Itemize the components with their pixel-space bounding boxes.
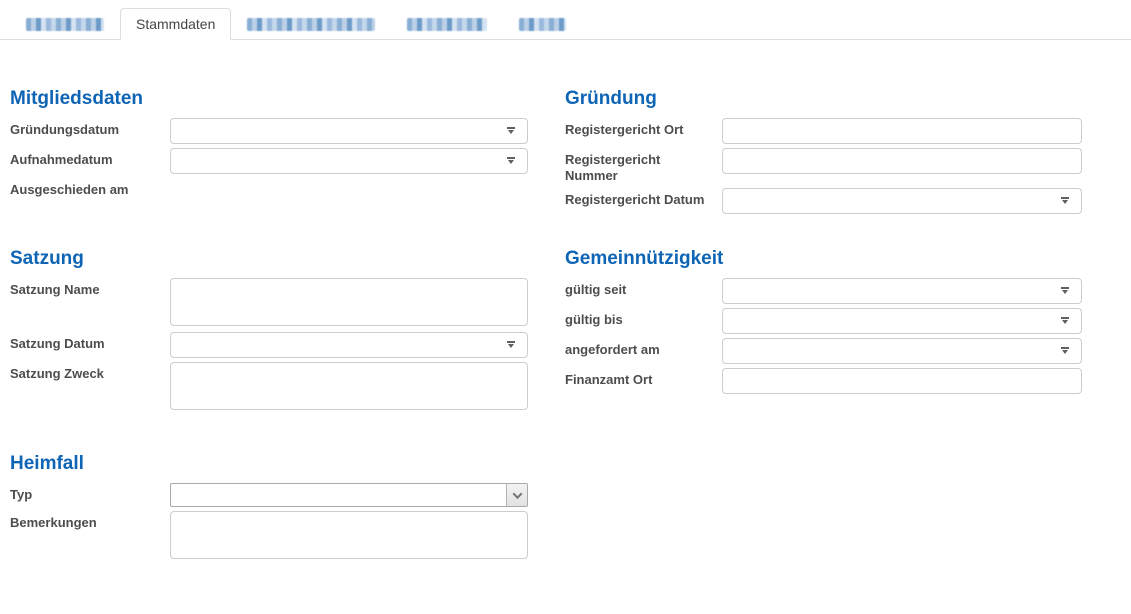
registergericht-datum-label: Registergericht Datum [565,188,722,214]
bemerkungen-label: Bemerkungen [10,511,170,559]
tab-redacted-4[interactable] [503,8,582,40]
redacted-text-block [519,18,566,31]
section-title: Gründung [565,88,1082,110]
registergericht-nummer-label: Registergericht Nummer [565,148,722,184]
redacted-text-block [26,18,104,31]
form-row: Satzung Name [10,278,528,326]
aufnahmedatum-label: Aufnahmedatum [10,148,170,174]
tab-redacted-1[interactable] [10,8,120,40]
dropdown-arrow-icon[interactable] [1061,287,1069,295]
form-row: Satzung Datum [10,332,528,358]
gueltig-bis-label: gültig bis [565,308,722,334]
gueltig-seit-input[interactable] [722,278,1082,304]
gruendungsdatum-label: Gründungsdatum [10,118,170,144]
redacted-text-block [407,18,487,31]
tab-stammdaten[interactable]: Stammdaten [120,8,231,40]
dropdown-arrow-icon[interactable] [1061,197,1069,205]
form-row: gültig seit [565,278,1082,304]
form-row: Registergericht Datum [565,188,1082,214]
dropdown-arrow-icon[interactable] [507,157,515,165]
satzung-datum-label: Satzung Datum [10,332,170,358]
form-content: Mitgliedsdaten Gründungsdatum Aufnahmeda… [0,40,1131,565]
tab-label: Stammdaten [136,16,215,32]
form-row: Registergericht Nummer [565,148,1082,184]
section-title: Mitgliedsdaten [10,88,528,110]
form-row: Satzung Zweck [10,362,528,410]
form-row: Ausgeschieden am [10,178,528,198]
registergericht-ort-label: Registergericht Ort [565,118,722,144]
satzung-zweck-textarea[interactable] [170,362,528,410]
angefordert-am-input[interactable] [722,338,1082,364]
typ-select[interactable] [170,483,528,507]
dropdown-arrow-icon[interactable] [1061,347,1069,355]
angefordert-am-label: angefordert am [565,338,722,364]
aufnahmedatum-input[interactable] [170,148,528,174]
form-row: gültig bis [565,308,1082,334]
form-row: Finanzamt Ort [565,368,1082,394]
section-title: Gemeinnützigkeit [565,248,1082,270]
registergericht-nummer-input[interactable] [722,148,1082,174]
dropdown-arrow-icon[interactable] [507,341,515,349]
registergericht-datum-input[interactable] [722,188,1082,214]
section-title: Heimfall [10,453,528,475]
tab-bar: Stammdaten [0,0,1131,40]
bemerkungen-textarea[interactable] [170,511,528,559]
satzung-name-textarea[interactable] [170,278,528,326]
satzung-datum-input[interactable] [170,332,528,358]
section-gruendung: Gründung Registergericht Ort Registerger… [565,88,1082,214]
finanzamt-ort-label: Finanzamt Ort [565,368,722,394]
section-heimfall: Heimfall Typ Bemerkungen [10,453,528,559]
section-gemeinnuetzigkeit: Gemeinnützigkeit gültig seit gültig bis … [565,248,1082,394]
redacted-text-block [247,18,375,31]
finanzamt-ort-input[interactable] [722,368,1082,394]
section-title: Satzung [10,248,528,270]
registergericht-ort-input[interactable] [722,118,1082,144]
typ-label: Typ [10,483,170,507]
section-mitgliedsdaten: Mitgliedsdaten Gründungsdatum Aufnahmeda… [10,88,528,198]
gueltig-seit-label: gültig seit [565,278,722,304]
form-row: angefordert am [565,338,1082,364]
dropdown-arrow-icon[interactable] [507,127,515,135]
tab-redacted-3[interactable] [391,8,503,40]
form-row: Aufnahmedatum [10,148,528,174]
gueltig-bis-input[interactable] [722,308,1082,334]
gruendungsdatum-input[interactable] [170,118,528,144]
satzung-zweck-label: Satzung Zweck [10,362,170,410]
dropdown-arrow-icon[interactable] [1061,317,1069,325]
tab-redacted-2[interactable] [231,8,391,40]
ausgeschieden-am-label: Ausgeschieden am [10,178,170,198]
form-row: Gründungsdatum [10,118,528,144]
section-satzung: Satzung Satzung Name Satzung Datum Satzu… [10,248,528,410]
form-row: Registergericht Ort [565,118,1082,144]
form-row: Typ [10,483,528,507]
satzung-name-label: Satzung Name [10,278,170,326]
form-row: Bemerkungen [10,511,528,559]
